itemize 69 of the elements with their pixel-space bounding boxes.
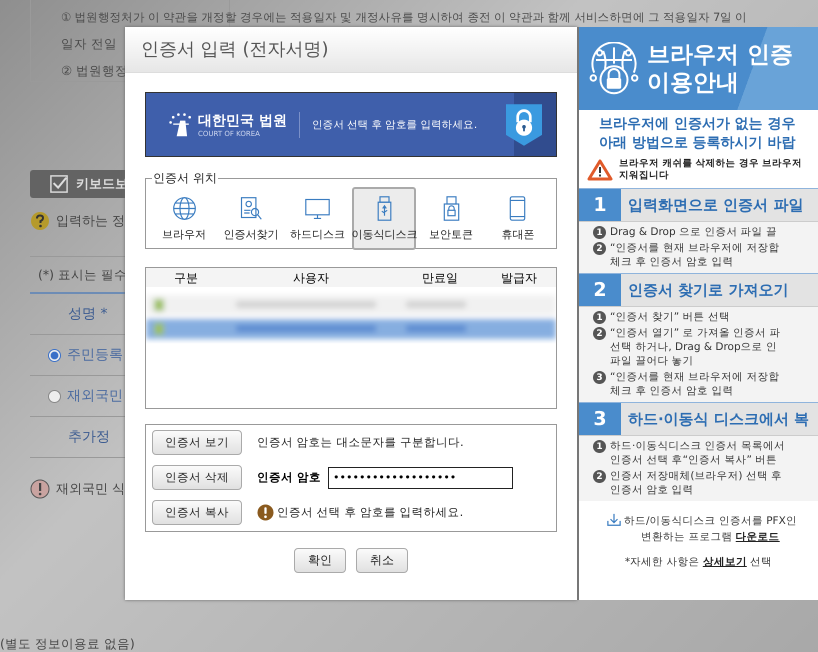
question-icon xyxy=(30,211,50,231)
guide-title: 브라우저 인증 xyxy=(647,40,794,68)
confirm-button[interactable]: 확인 xyxy=(294,548,346,573)
step-title: 인증서 찾기로 가져오기 xyxy=(621,274,818,306)
alert-note: 재외국민 식 xyxy=(56,481,126,498)
emblem-icon xyxy=(168,112,194,138)
warning-triangle-icon xyxy=(587,159,613,181)
item-number: 1 xyxy=(593,440,606,453)
item-number: 1 xyxy=(593,311,606,324)
location-option[interactable]: 브라우저 xyxy=(152,187,216,250)
view-certificate-button[interactable]: 인증서 보기 xyxy=(152,430,242,455)
step-number: 2 xyxy=(579,274,621,306)
article-text: ① 법원행정처가 이 약관을 개정할 경우에는 적용일자 및 개정사유를 명시하여 종전 이 약관과 함께 서비스하면에 그 적용일자 7일 이 xyxy=(60,9,747,26)
step-number: 1 xyxy=(579,189,621,221)
footer-text: (별도 정보이용료 없음) xyxy=(0,636,135,652)
item-number: 2 xyxy=(593,327,606,340)
column-header: 발급자 xyxy=(500,270,538,287)
detail-link[interactable]: 상세보기 xyxy=(702,556,747,568)
column-header: 구분 xyxy=(173,270,199,287)
location-option[interactable]: 하드디스크 xyxy=(286,187,350,250)
download-link[interactable]: 다운로드 xyxy=(736,531,780,543)
item-number: 1 xyxy=(593,226,606,239)
form-label: 추가정 xyxy=(67,428,110,446)
download-icon xyxy=(607,513,621,527)
form-label: 성명 * xyxy=(67,305,108,323)
delete-certificate-button[interactable]: 인증서 삭제 xyxy=(152,465,242,490)
article-text: 일자 전일 xyxy=(60,35,117,53)
location-option[interactable]: 휴대폰 xyxy=(486,187,550,250)
cache-warning-text: 브라우저 캐쉬를 삭제하는 경우 브라우저 지워집니다 xyxy=(619,158,802,182)
radio-icon[interactable] xyxy=(48,390,61,402)
alert-icon xyxy=(30,479,50,499)
step-instruction: Drag & Drop 으로 인증서 파일 끌 xyxy=(610,225,777,239)
item-number: 2 xyxy=(593,242,606,255)
step-number: 3 xyxy=(579,403,621,435)
step-instruction: “인증서 열기” 로 가져올 인증서 파 선택 하거나, Drag & Drop으로 인 파일 끌어다 놓기 xyxy=(610,326,781,368)
dialog-title: 인증서 입력 (전자서명) xyxy=(125,27,577,73)
step-title: 하드·이동식 디스크에서 복 xyxy=(621,403,818,435)
location-option[interactable]: 인증서찾기 xyxy=(218,187,283,250)
step-title: 입력화면으로 인증서 파일 xyxy=(621,189,818,221)
location-option[interactable]: 이동식디스크 xyxy=(352,187,416,250)
column-header: 사용자 xyxy=(292,270,330,287)
detail-note: *자세한 사항은 상세보기 선택 xyxy=(624,555,774,569)
cancel-button[interactable]: 취소 xyxy=(356,548,408,573)
group-legend: 인증서 위치 xyxy=(152,170,218,187)
location-option[interactable]: 보안토큰 xyxy=(419,187,484,250)
password-label: 인증서 암호 xyxy=(257,470,322,485)
case-note: 인증서 암호는 대소문자를 구분합니다. xyxy=(257,435,464,450)
intro-text: 브라우저에 인증서가 없는 경우 아래 방법으로 등록하시기 바랍 xyxy=(598,115,797,153)
step-instruction: “인증서를 현재 브라우저에 저장합 체크 후 인증서 암호 입력 xyxy=(610,241,780,269)
item-number: 3 xyxy=(593,371,606,384)
lock-shield-icon xyxy=(506,104,542,146)
download-note: 하드/이동식디스크 인증서를 PFX인 변환하는 프로그램 다운로드 xyxy=(624,514,797,545)
help-note: 입력하는 정 xyxy=(56,213,126,230)
step-instruction: “인증서를 현재 브라우저에 저장합 체크 후 인증서 암호 입력 xyxy=(610,370,780,398)
org-name: 대한민국 법원 xyxy=(198,112,287,130)
copy-certificate-button[interactable]: 인증서 복사 xyxy=(152,500,242,525)
column-header: 만료일 xyxy=(421,270,459,287)
globe-lock-icon xyxy=(587,42,641,96)
warning-icon xyxy=(257,504,274,521)
radio-icon[interactable] xyxy=(48,348,61,362)
step-instruction: 인증서 저장매체(브라우저) 선택 후 인증서 암호 입력 xyxy=(610,469,782,497)
step-instruction: 하드·이동식디스크 인증서 목록에서 인증서 선택 후“인증서 복사” 버튼 xyxy=(610,439,786,467)
item-number: 2 xyxy=(593,470,606,483)
guide-title: 이용안내 xyxy=(647,68,740,96)
step-instruction: “인증서 찾기” 버튼 선택 xyxy=(610,310,730,324)
globe-icon xyxy=(170,195,198,222)
password-field[interactable]: ••••••••••••••••••• xyxy=(328,466,514,488)
banner-message: 인증서 선택 후 암호를 입력하세요. xyxy=(312,118,477,132)
warning-text: 인증서 선택 후 암호를 입력하세요. xyxy=(277,505,464,520)
